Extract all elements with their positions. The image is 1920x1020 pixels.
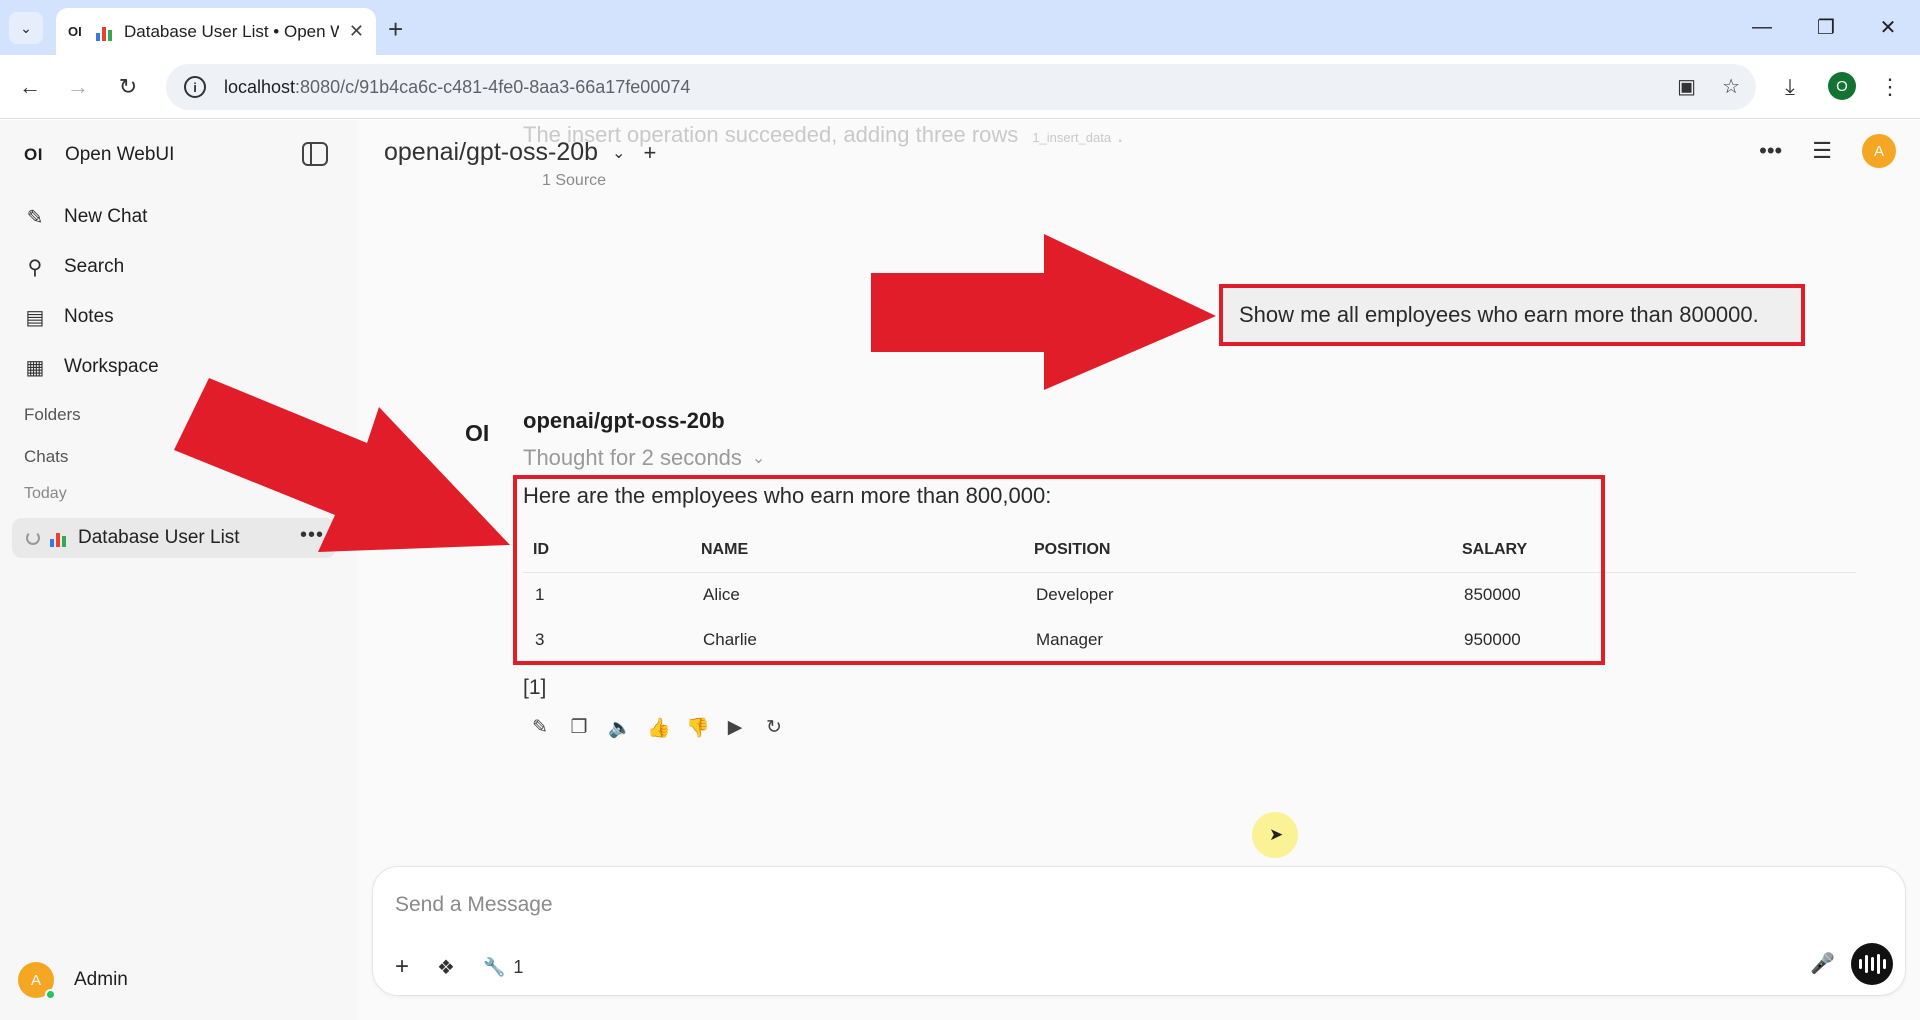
add-attachment-icon[interactable]: + — [395, 953, 409, 981]
address-bar[interactable]: i localhost:8080/c/91b4ca6c-c481-4fe0-8a… — [166, 64, 1756, 110]
add-model-icon[interactable]: + — [643, 140, 656, 166]
assistant-name: openai/gpt-oss-20b — [523, 408, 725, 433]
bookmark-star-icon[interactable]: ☆ — [1722, 74, 1740, 99]
top-actions: ••• ☰ A — [1759, 134, 1896, 168]
chart-icon — [96, 23, 114, 41]
minimize-button[interactable]: — — [1742, 10, 1782, 44]
sidebar-item-label: Workspace — [64, 356, 159, 377]
sidebar-item-workspace[interactable]: ▦ Workspace — [24, 342, 159, 392]
back-button[interactable]: ← — [12, 69, 48, 105]
folders-label[interactable]: Folders — [24, 405, 81, 425]
model-name: openai/gpt-oss-20b — [384, 138, 599, 166]
browser-tabbar: ⌄ OI Database User List • Open W ✕ + — ❐… — [0, 0, 1920, 55]
copy-icon[interactable]: ❐ — [569, 716, 589, 740]
notes-icon: ▤ — [25, 306, 45, 329]
browser-toolbar: ← → ↻ i localhost:8080/c/91b4ca6c-c481-4… — [0, 55, 1920, 119]
chat-title: Database User List — [78, 527, 240, 548]
brand[interactable]: OI Open WebUI — [24, 144, 174, 166]
search-icon: ⚲ — [27, 256, 43, 279]
tab-search-button[interactable]: ⌄ — [9, 12, 43, 44]
chevron-down-icon: ⌄ — [20, 19, 32, 36]
thumbs-up-icon[interactable]: 👍 — [647, 716, 671, 740]
workspace-icon: ▦ — [25, 356, 45, 379]
new-tab-button[interactable]: + — [388, 14, 403, 45]
citation-link[interactable]: [1] — [523, 676, 546, 700]
user-menu[interactable]: A Admin — [18, 962, 128, 1000]
edit-icon: ✎ — [26, 206, 44, 229]
composer-tools: + ❖ 🔧 1 — [395, 953, 523, 981]
user-message: Show me all employees who earn more than… — [1219, 284, 1805, 346]
edit-icon[interactable]: ✎ — [530, 716, 550, 740]
sidebar-item-new-chat[interactable]: ✎ New Chat — [24, 192, 159, 242]
today-label: Today — [24, 485, 67, 502]
sidebar-toggle-icon[interactable] — [302, 142, 328, 166]
message-input[interactable] — [395, 887, 1795, 923]
thought-toggle[interactable]: Thought for 2 seconds ⌄ — [523, 445, 765, 471]
tab-close-icon[interactable]: ✕ — [349, 21, 364, 42]
browser-profile-avatar[interactable]: O — [1828, 72, 1856, 100]
chat-list-item[interactable]: Database User List ••• — [12, 518, 336, 558]
regenerate-icon[interactable]: ↻ — [764, 716, 784, 740]
sidebar-item-label: New Chat — [64, 206, 148, 227]
browser-tab[interactable]: OI Database User List • Open W ✕ — [56, 8, 376, 55]
install-app-icon[interactable]: ▣ — [1677, 74, 1696, 99]
url-text: localhost:8080/c/91b4ca6c-c481-4fe0-8aa3… — [224, 76, 691, 97]
chat-main: The insert operation succeeded, adding t… — [358, 120, 1920, 1020]
chart-icon — [50, 529, 68, 547]
chevron-down-icon: ⌄ — [751, 450, 766, 467]
user-name: Admin — [74, 969, 128, 990]
sidebar-nav: ✎ New Chat ⚲ Search ▤ Notes ▦ Workspace — [24, 192, 159, 392]
tab-title: Database User List • Open W — [124, 21, 339, 41]
chats-label[interactable]: Chats — [24, 447, 68, 467]
browser-menu-icon[interactable]: ⋮ — [1872, 69, 1908, 105]
sidebar-item-notes[interactable]: ▤ Notes — [24, 292, 159, 342]
chat-more-icon[interactable]: ••• — [300, 524, 324, 547]
site-info-icon[interactable]: i — [184, 76, 206, 98]
thought-label: Thought for 2 seconds — [523, 445, 742, 470]
thumbs-down-icon[interactable]: 👎 — [686, 716, 710, 740]
assistant-logo: OI — [465, 420, 490, 446]
sidebar-item-search[interactable]: ⚲ Search — [24, 242, 159, 292]
chevron-down-icon: ⌄ — [612, 144, 626, 162]
mouse-cursor-icon: ➤ — [1269, 825, 1284, 844]
user-message-text: Show me all employees who earn more than… — [1239, 302, 1759, 327]
downloads-icon[interactable]: ⤓ — [1772, 69, 1808, 105]
online-status-icon — [45, 989, 56, 1000]
voice-mode-button[interactable] — [1851, 943, 1893, 985]
message-actions: ✎ ❐ 🔈 👍 👎 ▶ ↻ — [530, 716, 784, 740]
speaker-icon[interactable]: 🔈 — [608, 716, 632, 740]
tools-button[interactable]: 🔧 1 — [483, 957, 523, 978]
sidebar: OI Open WebUI ✎ New Chat ⚲ Search ▤ Note… — [0, 120, 358, 1020]
forward-button[interactable]: → — [60, 69, 96, 105]
brand-name: Open WebUI — [64, 144, 175, 165]
more-options-icon[interactable]: ••• — [1759, 138, 1782, 164]
continue-icon[interactable]: ▶ — [725, 716, 745, 740]
brand-logo: OI — [24, 145, 43, 164]
window-close-button[interactable]: ✕ — [1868, 10, 1908, 44]
sidebar-item-label: Notes — [64, 306, 114, 327]
integrations-icon[interactable]: ❖ — [437, 955, 455, 980]
message-composer: + ❖ 🔧 1 🎤 — [372, 866, 1906, 996]
avatar[interactable]: A — [1862, 134, 1896, 168]
answer-highlight-box — [513, 475, 1605, 665]
restore-button[interactable]: ❐ — [1806, 10, 1846, 44]
controls-icon[interactable]: ☰ — [1812, 138, 1832, 164]
tools-count: 1 — [513, 956, 524, 977]
tab-favicon: OI — [68, 24, 82, 39]
tool-tag: 1_insert_data — [1032, 130, 1112, 145]
reload-button[interactable]: ↻ — [110, 69, 146, 105]
model-selector[interactable]: openai/gpt-oss-20b ⌄ + — [384, 138, 656, 167]
loading-spinner-icon — [26, 531, 40, 545]
avatar: A — [18, 962, 56, 1000]
microphone-icon[interactable]: 🎤 — [1810, 951, 1835, 976]
wrench-icon: 🔧 — [482, 956, 506, 977]
sidebar-item-label: Search — [64, 256, 125, 277]
source-count[interactable]: 1 Source — [542, 172, 606, 190]
